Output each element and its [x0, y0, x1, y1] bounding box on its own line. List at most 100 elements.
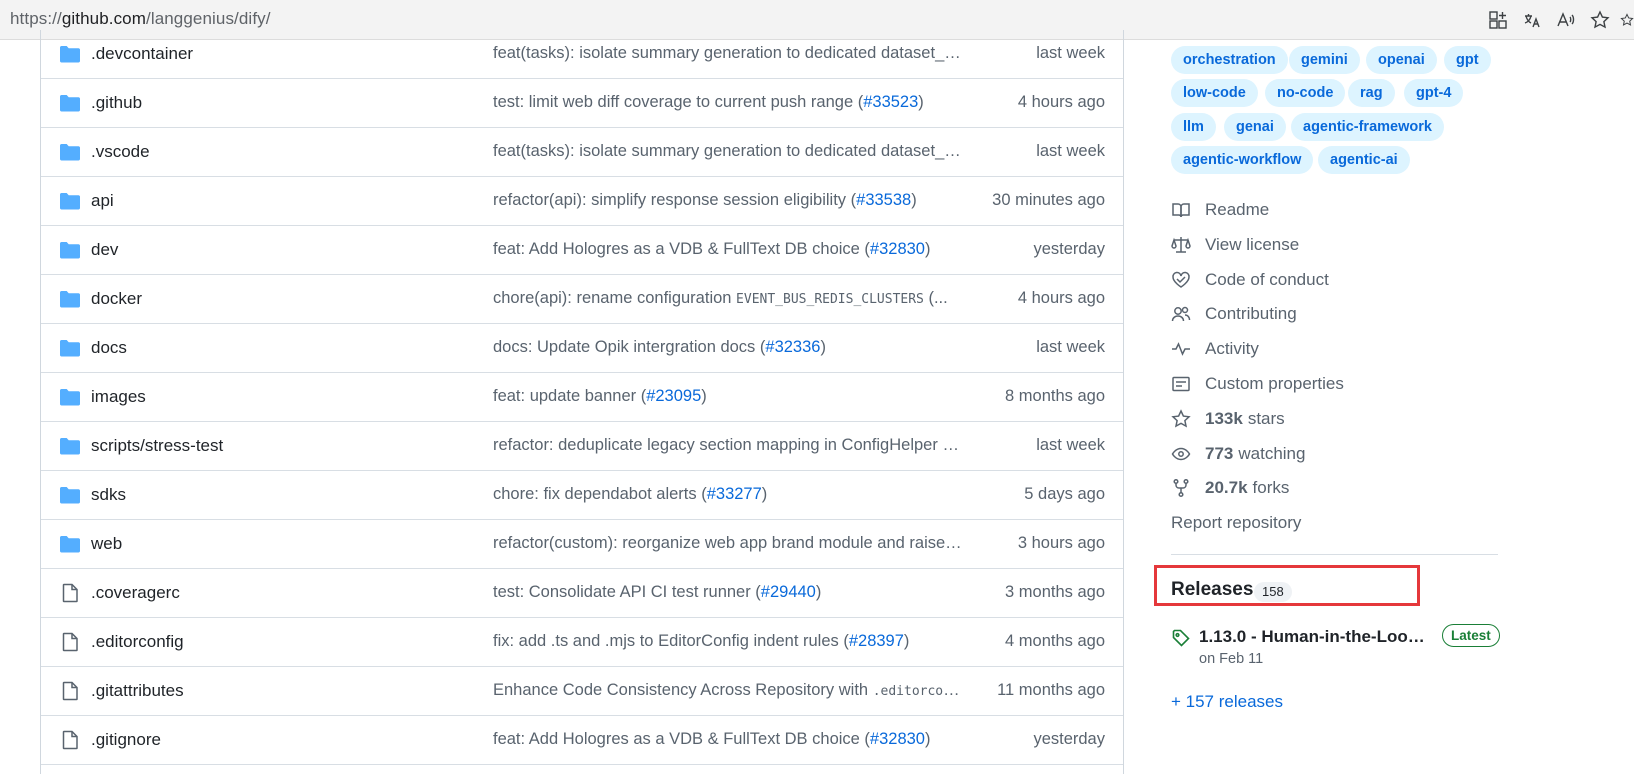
- file-name-link[interactable]: docs: [91, 338, 127, 358]
- favorite-star-icon[interactable]: [1586, 6, 1614, 34]
- commit-message-link[interactable]: feat: Add Hologres as a VDB & FullText D…: [493, 730, 963, 749]
- topic-tag[interactable]: gpt-4: [1404, 79, 1464, 107]
- file-row[interactable]: .gitignore feat: Add Hologres as a VDB & …: [41, 716, 1123, 765]
- file-row[interactable]: .devcontainer feat(tasks): isolate summar…: [41, 30, 1123, 79]
- pull-request-link[interactable]: #32830: [870, 730, 925, 748]
- topic-tag[interactable]: llm: [1171, 113, 1216, 141]
- file-name-link[interactable]: web: [91, 534, 122, 554]
- topic-tag[interactable]: no-code: [1265, 79, 1346, 107]
- file-row[interactable]: api refactor(api): simplify response sess…: [41, 177, 1123, 226]
- file-row[interactable]: dev feat: Add Hologres as a VDB & FullTex…: [41, 226, 1123, 275]
- split-screen-icon[interactable]: [1484, 6, 1512, 34]
- commit-time: 5 days ago: [1024, 485, 1105, 503]
- file-name-link[interactable]: .gitattributes: [91, 681, 184, 701]
- pull-request-link[interactable]: #28397: [849, 632, 904, 650]
- file-name-link[interactable]: .github: [91, 93, 142, 113]
- more-releases-link[interactable]: + 157 releases: [1171, 692, 1283, 712]
- commit-message-link[interactable]: feat: Add Hologres as a VDB & FullText D…: [493, 240, 963, 259]
- file-row[interactable]: .coveragerc test: Consolidate API CI test…: [41, 569, 1123, 618]
- file-name-link[interactable]: .gitignore: [91, 730, 161, 750]
- file-row[interactable]: .editorconfig fix: add .ts and .mjs to Ed…: [41, 618, 1123, 667]
- topic-tag[interactable]: genai: [1224, 113, 1286, 141]
- commit-message-link[interactable]: Enhance Code Consistency Across Reposito…: [493, 681, 963, 700]
- file-name-link[interactable]: scripts/stress-test: [91, 436, 223, 456]
- commit-message-link[interactable]: test: limit web diff coverage to current…: [493, 93, 963, 112]
- sidebar-link-stars[interactable]: 133k stars: [1171, 406, 1285, 432]
- commit-message-link[interactable]: refactor(custom): reorganize web app bra…: [493, 534, 963, 553]
- sidebar-link-code-of-conduct[interactable]: Code of conduct: [1171, 267, 1329, 293]
- file-row[interactable]: web refactor(custom): reorganize web app …: [41, 520, 1123, 569]
- star-icon: [1171, 409, 1191, 429]
- releases-heading[interactable]: Releases: [1171, 579, 1253, 601]
- sidebar-link-contributing[interactable]: Contributing: [1171, 301, 1297, 327]
- file-row[interactable]: .github test: limit web diff coverage to …: [41, 79, 1123, 128]
- pull-request-link[interactable]: #33523: [863, 93, 918, 111]
- pull-request-link[interactable]: #23095: [646, 387, 701, 405]
- commit-message-link[interactable]: refactor: deduplicate legacy section map…: [493, 436, 963, 455]
- commit-message-link[interactable]: chore(api): rename configuration EVENT_B…: [493, 289, 963, 308]
- topic-tag[interactable]: agentic-ai: [1318, 146, 1410, 174]
- file-name-link[interactable]: docker: [91, 289, 142, 309]
- commit-message-link[interactable]: refactor(api): simplify response session…: [493, 191, 963, 210]
- folder-icon: [59, 142, 81, 162]
- commit-message-link[interactable]: feat(tasks): isolate summary generation …: [493, 44, 963, 63]
- read-aloud-icon[interactable]: [1552, 6, 1580, 34]
- file-name-link[interactable]: .vscode: [91, 142, 150, 162]
- file-row[interactable]: docs docs: Update Opik intergration docs …: [41, 324, 1123, 373]
- file-name-link[interactable]: images: [91, 387, 146, 407]
- topic-tag[interactable]: orchestration: [1171, 46, 1288, 74]
- file-list: .devcontainer feat(tasks): isolate summar…: [40, 30, 1124, 774]
- sidebar-link-readme[interactable]: Readme: [1171, 197, 1269, 223]
- commit-message-text: feat: update banner (: [493, 387, 647, 405]
- latest-release[interactable]: 1.13.0 - Human-in-the-Loop ... Latest on…: [1171, 624, 1501, 674]
- pull-request-link[interactable]: #32336: [765, 338, 820, 356]
- pull-request-link[interactable]: #33277: [707, 485, 762, 503]
- pull-request-link[interactable]: #33538: [856, 191, 911, 209]
- file-row[interactable]: docker chore(api): rename configuration E…: [41, 275, 1123, 324]
- translate-icon[interactable]: [1518, 6, 1546, 34]
- file-row[interactable]: sdks chore: fix dependabot alerts (#33277…: [41, 471, 1123, 520]
- pull-request-link[interactable]: #29440: [761, 583, 816, 601]
- topic-tag[interactable]: agentic-workflow: [1171, 146, 1314, 174]
- commit-message-link[interactable]: test: Consolidate API CI test runner (#2…: [493, 583, 963, 602]
- file-name-link[interactable]: dev: [91, 240, 118, 260]
- commit-message-link[interactable]: docs: Update Opik intergration docs (#32…: [493, 338, 963, 357]
- file-row[interactable]: .gitattributes Enhance Code Consistency A…: [41, 667, 1123, 716]
- commit-time: 30 minutes ago: [992, 191, 1105, 209]
- file-name-link[interactable]: .devcontainer: [91, 44, 193, 64]
- sidebar-link-forks[interactable]: 20.7k forks: [1171, 475, 1289, 501]
- topic-tag[interactable]: gemini: [1289, 46, 1360, 74]
- folder-icon: [59, 240, 81, 260]
- commit-message-link[interactable]: feat: update banner (#23095): [493, 387, 963, 406]
- file-row[interactable]: images feat: update banner (#23095) 8 mont…: [41, 373, 1123, 422]
- url-text[interactable]: https://github.com/langgenius/dify/: [10, 9, 271, 29]
- topic-tag[interactable]: rag: [1348, 79, 1395, 107]
- sidebar-link-activity[interactable]: Activity: [1171, 336, 1259, 362]
- file-name-link[interactable]: api: [91, 191, 114, 211]
- file-row[interactable]: .vscode feat(tasks): isolate summary gene…: [41, 128, 1123, 177]
- topic-tag[interactable]: agentic-framework: [1291, 113, 1444, 141]
- commit-message-text: refactor(api): simplify response session…: [493, 191, 857, 209]
- release-name[interactable]: 1.13.0 - Human-in-the-Loop ...: [1199, 627, 1431, 647]
- topic-tag[interactable]: openai: [1366, 46, 1437, 74]
- commit-message-tail: ): [924, 730, 931, 748]
- report-repository-link[interactable]: Report repository: [1171, 510, 1301, 536]
- file-row[interactable]: scripts/stress-test refactor: deduplicate…: [41, 422, 1123, 471]
- sidebar-link-view-license[interactable]: View license: [1171, 232, 1299, 258]
- commit-time: 11 months ago: [997, 681, 1105, 699]
- sidebar-link-watching[interactable]: 773 watching: [1171, 441, 1305, 467]
- commit-message-text: feat(tasks): isolate summary generation …: [493, 142, 963, 160]
- stat-count: 773: [1205, 444, 1234, 463]
- topic-tag[interactable]: low-code: [1171, 79, 1258, 107]
- topic-tag[interactable]: gpt: [1444, 46, 1491, 74]
- commit-message-link[interactable]: feat(tasks): isolate summary generation …: [493, 142, 963, 161]
- commit-message-link[interactable]: fix: add .ts and .mjs to EditorConfig in…: [493, 632, 963, 651]
- file-name-link[interactable]: .editorconfig: [91, 632, 184, 652]
- sidebar-link-custom-properties[interactable]: Custom properties: [1171, 371, 1344, 397]
- file-name-link[interactable]: .coveragerc: [91, 583, 180, 603]
- pull-request-link[interactable]: #32830: [870, 240, 925, 258]
- favorites-bar-icon[interactable]: [1620, 6, 1634, 34]
- file-name-link[interactable]: sdks: [91, 485, 126, 505]
- commit-message-link[interactable]: chore: fix dependabot alerts (#33277): [493, 485, 963, 504]
- commit-time: 8 months ago: [1005, 387, 1105, 405]
